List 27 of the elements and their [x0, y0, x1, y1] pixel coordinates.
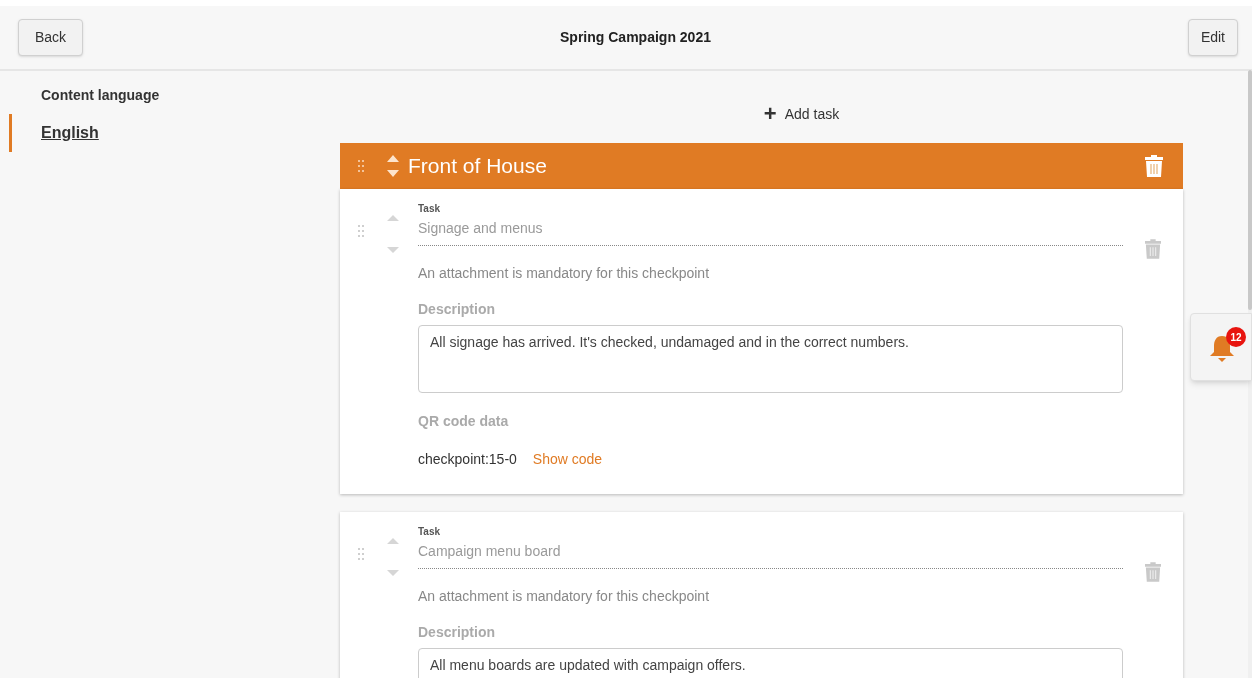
notification-badge: 12 — [1226, 327, 1246, 347]
field-label: Task — [418, 525, 442, 539]
drag-handle-icon[interactable] — [358, 548, 364, 560]
mandatory-note: An attachment is mandatory for this checkpoint — [418, 587, 711, 606]
drag-handle-icon — [358, 160, 364, 172]
sort-arrows-icon[interactable] — [386, 536, 400, 578]
field-label: QR code data — [418, 412, 510, 431]
field-label: Description — [418, 623, 496, 642]
qr-code-value: checkpoint:15-0 — [418, 450, 517, 469]
edit-button[interactable]: Edit — [1187, 19, 1238, 56]
delete-icon[interactable] — [1145, 562, 1161, 582]
field-label: Task — [418, 202, 442, 216]
delete-icon[interactable] — [1145, 239, 1161, 259]
delete-icon[interactable] — [1145, 155, 1163, 177]
language-link[interactable]: English — [41, 121, 99, 145]
description-field[interactable]: All menu boards are updated with campaign offers. — [418, 648, 1123, 678]
section-title: Front of House — [408, 153, 547, 180]
sort-arrows-icon[interactable] — [386, 213, 400, 255]
back-button[interactable]: Back — [18, 19, 84, 56]
add-task-button[interactable]: + Add task — [763, 103, 840, 125]
sidebar-heading: Content language — [40, 86, 161, 105]
field-label: Description — [418, 300, 496, 319]
notification-panel[interactable]: 12 — [1190, 313, 1252, 381]
description-field[interactable]: All signage has arrived. It's checked, undamaged and in the correct numbers. — [418, 325, 1123, 393]
page-title: Spring Campaign 2021 — [560, 28, 711, 47]
mandatory-note: An attachment is mandatory for this checkpoint — [418, 264, 711, 283]
drag-handle-icon[interactable] — [358, 225, 364, 237]
